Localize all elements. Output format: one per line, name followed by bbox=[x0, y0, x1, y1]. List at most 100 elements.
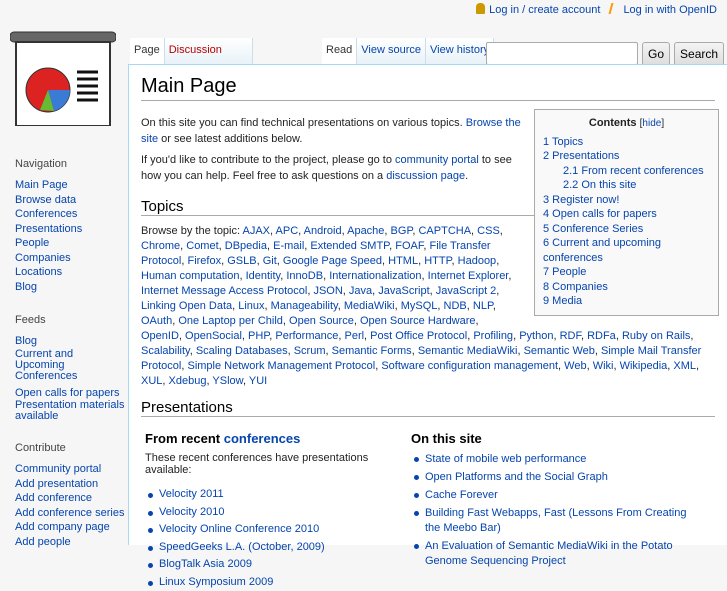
sidebar-item-contribute[interactable]: Add conference series bbox=[15, 506, 125, 521]
topic-link[interactable]: OpenSocial bbox=[185, 330, 242, 342]
topic-link[interactable]: NLP bbox=[473, 300, 493, 312]
topic-link[interactable]: DBpedia bbox=[225, 240, 267, 252]
sidebar-item-contribute[interactable]: Add company page bbox=[15, 520, 125, 535]
topic-link[interactable]: E-mail bbox=[273, 240, 304, 252]
topic-link[interactable]: Internationalization bbox=[329, 270, 421, 282]
sidebar-item-contribute[interactable]: Add presentation bbox=[15, 477, 125, 492]
site-presentation-item[interactable]: Open Platforms and the Social Graph bbox=[411, 470, 701, 485]
topic-link[interactable]: Internet Explorer bbox=[428, 270, 509, 282]
topic-link[interactable]: Web bbox=[564, 360, 586, 372]
topic-link[interactable]: FOAF bbox=[395, 240, 423, 252]
topic-link[interactable]: Performance bbox=[275, 330, 338, 342]
site-presentation-item[interactable]: State of mobile web performance bbox=[411, 452, 701, 467]
topic-link[interactable]: NDB bbox=[444, 300, 467, 312]
recent-conference-item[interactable]: BlogTalk Asia 2009 bbox=[145, 556, 411, 574]
topic-link[interactable]: Ruby on Rails bbox=[622, 330, 690, 342]
topic-link[interactable]: Open Source Hardware bbox=[360, 315, 476, 327]
sidebar-item-feeds[interactable]: Current and Upcoming Conferences bbox=[15, 349, 125, 382]
topic-link[interactable]: JavaScript bbox=[378, 285, 429, 297]
topic-link[interactable]: PHP bbox=[248, 330, 269, 342]
topic-link[interactable]: Open Source bbox=[289, 315, 354, 327]
sidebar-item-navigation[interactable]: Presentations bbox=[15, 222, 125, 237]
tab-discussion[interactable]: Discussion bbox=[165, 38, 253, 64]
topic-link[interactable]: Wikipedia bbox=[620, 360, 668, 372]
topic-link[interactable]: Internet Message Access Protocol bbox=[141, 285, 307, 297]
search-input[interactable] bbox=[486, 42, 638, 65]
topic-link[interactable]: HTML bbox=[388, 255, 418, 267]
toc-item[interactable]: 8 Companies bbox=[543, 280, 710, 295]
conferences-link[interactable]: conferences bbox=[224, 431, 301, 446]
topic-link[interactable]: Xdebug bbox=[169, 375, 207, 387]
topic-link[interactable]: Hadoop bbox=[458, 255, 497, 267]
toc-item[interactable]: 4 Open calls for papers bbox=[543, 207, 710, 222]
topic-link[interactable]: Software configuration management bbox=[381, 360, 558, 372]
topic-link[interactable]: Post Office Protocol bbox=[370, 330, 467, 342]
site-presentation-item[interactable]: An Evaluation of Semantic MediaWiki in t… bbox=[411, 539, 701, 569]
sidebar-item-feeds[interactable]: Blog bbox=[15, 334, 125, 349]
topic-link[interactable]: Human computation bbox=[141, 270, 239, 282]
sidebar-item-navigation[interactable]: Conferences bbox=[15, 207, 125, 222]
topic-link[interactable]: Comet bbox=[186, 240, 218, 252]
toc-item[interactable]: 6 Current and upcoming conferences bbox=[543, 236, 710, 265]
topic-link[interactable]: YUI bbox=[249, 375, 267, 387]
site-logo[interactable] bbox=[10, 30, 116, 126]
topic-link[interactable]: Extended SMTP bbox=[310, 240, 389, 252]
topic-link[interactable]: Python bbox=[519, 330, 553, 342]
topic-link[interactable]: AJAX bbox=[243, 225, 271, 237]
recent-conference-item[interactable]: SpeedGeeks L.A. (October, 2009) bbox=[145, 539, 411, 557]
tab-read[interactable]: Read bbox=[322, 38, 357, 64]
go-button[interactable]: Go bbox=[642, 42, 670, 66]
sidebar-item-navigation[interactable]: Blog bbox=[15, 280, 125, 295]
topic-link[interactable]: Google Page Speed bbox=[283, 255, 382, 267]
discussion-page-link[interactable]: discussion page bbox=[386, 170, 465, 182]
topic-link[interactable]: One Laptop per Child bbox=[178, 315, 283, 327]
topic-link[interactable]: Linking Open Data bbox=[141, 300, 232, 312]
topic-link[interactable]: JavaScript 2 bbox=[436, 285, 497, 297]
toc-item[interactable]: 2.1 From recent conferences bbox=[543, 164, 710, 179]
tab-view-history[interactable]: View history bbox=[426, 38, 494, 64]
search-button[interactable]: Search bbox=[674, 42, 724, 66]
topic-link[interactable]: BGP bbox=[391, 225, 413, 237]
recent-conference-item[interactable]: Velocity 2011 bbox=[145, 486, 411, 504]
topic-link[interactable]: Apache bbox=[347, 225, 384, 237]
sidebar-item-navigation[interactable]: Companies bbox=[15, 251, 125, 266]
topic-link[interactable]: Perl bbox=[344, 330, 364, 342]
sidebar-item-navigation[interactable]: Locations bbox=[15, 265, 125, 280]
login-link[interactable]: Log in / create account bbox=[476, 3, 600, 16]
topic-link[interactable]: Profiling bbox=[473, 330, 513, 342]
topic-link[interactable]: Git bbox=[263, 255, 277, 267]
recent-conference-item[interactable]: Velocity Online Conference 2010 bbox=[145, 521, 411, 539]
topic-link[interactable]: GSLB bbox=[227, 255, 256, 267]
toc-item[interactable]: 7 People bbox=[543, 265, 710, 280]
topic-link[interactable]: Identity bbox=[246, 270, 281, 282]
topic-link[interactable]: OpenID bbox=[141, 330, 179, 342]
topic-link[interactable]: Chrome bbox=[141, 240, 180, 252]
recent-conference-item[interactable]: Linux Symposium 2009 bbox=[145, 574, 411, 591]
topic-link[interactable]: Semantic Forms bbox=[332, 345, 412, 357]
toc-hide-link[interactable]: hide bbox=[642, 118, 661, 129]
topic-link[interactable]: Scrum bbox=[294, 345, 326, 357]
sidebar-item-contribute[interactable]: Add people bbox=[15, 535, 125, 550]
sidebar-item-navigation[interactable]: People bbox=[15, 236, 125, 251]
topic-link[interactable]: RDFa bbox=[587, 330, 616, 342]
sidebar-item-navigation[interactable]: Browse data bbox=[15, 193, 125, 208]
topic-link[interactable]: OAuth bbox=[141, 315, 172, 327]
openid-link[interactable]: Log in with OpenID bbox=[610, 3, 717, 16]
toc-item[interactable]: 1 Topics bbox=[543, 135, 710, 150]
topic-link[interactable]: InnoDB bbox=[286, 270, 323, 282]
topic-link[interactable]: MediaWiki bbox=[344, 300, 395, 312]
community-portal-link[interactable]: community portal bbox=[395, 154, 479, 166]
topic-link[interactable]: YSlow bbox=[212, 375, 243, 387]
topic-link[interactable]: Simple Network Management Protocol bbox=[187, 360, 375, 372]
topic-link[interactable]: CSS bbox=[477, 225, 500, 237]
topic-link[interactable]: APC bbox=[276, 225, 299, 237]
topic-link[interactable]: CAPTCHA bbox=[418, 225, 471, 237]
topic-link[interactable]: Manageability bbox=[271, 300, 338, 312]
topic-link[interactable]: XML bbox=[673, 360, 696, 372]
topic-link[interactable]: Java bbox=[349, 285, 372, 297]
topic-link[interactable]: XUL bbox=[141, 375, 162, 387]
sidebar-item-feeds[interactable]: Open calls for papers bbox=[15, 386, 125, 401]
toc-item[interactable]: 2.2 On this site bbox=[543, 178, 710, 193]
topic-link[interactable]: Semantic MediaWiki bbox=[418, 345, 518, 357]
toc-item[interactable]: 2 Presentations bbox=[543, 149, 710, 164]
